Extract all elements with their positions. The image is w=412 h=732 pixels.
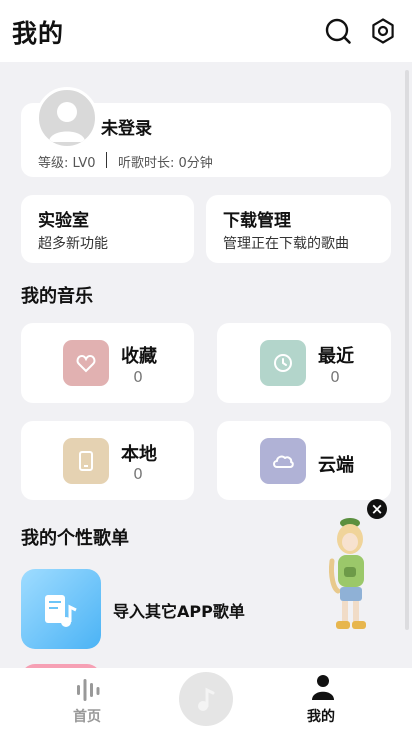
- page-title: 我的: [12, 19, 65, 48]
- my-music-heading: 我的音乐: [21, 286, 93, 307]
- favorites-count: 0: [133, 368, 143, 386]
- import-playlist-icon[interactable]: [21, 569, 101, 649]
- local-label: 本地: [121, 444, 157, 465]
- phone-icon: [63, 438, 109, 484]
- username[interactable]: 未登录: [101, 114, 152, 139]
- gear-icon[interactable]: [369, 17, 397, 45]
- recent-label: 最近: [318, 346, 354, 367]
- tab-mine[interactable]: 我的: [307, 706, 335, 726]
- cloud-icon: [260, 438, 306, 484]
- playlist-heading: 我的个性歌单: [21, 528, 129, 549]
- download-subtitle: 管理正在下载的歌曲: [223, 236, 349, 252]
- lab-subtitle: 超多新功能: [38, 236, 108, 252]
- listen-time-text: 听歌时长: 0分钟: [118, 156, 213, 171]
- home-tab-icon[interactable]: [75, 675, 103, 703]
- favorites-label: 收藏: [121, 346, 157, 367]
- recent-count: 0: [330, 368, 340, 386]
- cloud-label: 云端: [318, 455, 354, 476]
- close-icon[interactable]: ×: [367, 499, 387, 519]
- top-header: 我的: [0, 0, 412, 62]
- player-button[interactable]: [179, 672, 233, 726]
- clock-icon: [260, 340, 306, 386]
- music-note-icon: [198, 687, 215, 711]
- search-icon[interactable]: [324, 17, 352, 45]
- bottom-tab-bar: [0, 668, 412, 732]
- scrollbar[interactable]: [405, 70, 409, 630]
- download-title: 下载管理: [223, 211, 291, 231]
- avatar[interactable]: [36, 87, 98, 149]
- local-count: 0: [133, 465, 143, 483]
- import-playlist-label[interactable]: 导入其它APP歌单: [113, 598, 245, 622]
- lab-title: 实验室: [38, 211, 89, 231]
- mascot-image[interactable]: [318, 517, 378, 633]
- heart-icon: [63, 340, 109, 386]
- tab-home[interactable]: 首页: [73, 706, 101, 726]
- user-tab-icon[interactable]: [311, 673, 335, 701]
- level-text: 等级: LV0: [38, 156, 96, 171]
- divider: [106, 152, 107, 168]
